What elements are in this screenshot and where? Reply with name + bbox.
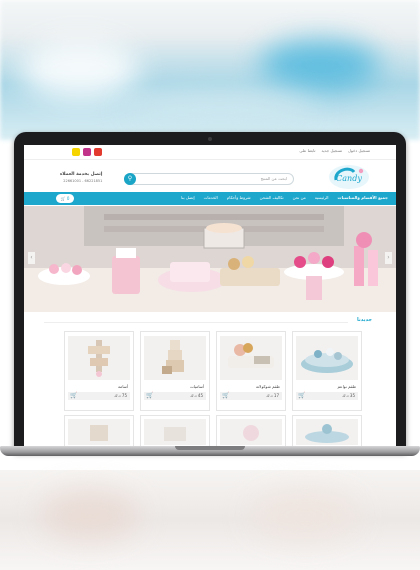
product-image [296, 419, 358, 445]
product-name: أساميات [189, 384, 204, 389]
contact-title: إتصل بخدمة العملاء [60, 172, 103, 177]
customer-service: إتصل بخدمة العملاء 22661001 - 66221851 [60, 172, 102, 183]
cart-icon: 🛒 [60, 196, 66, 201]
hero-banner: ‹ › [24, 206, 396, 312]
camera-dot [208, 137, 212, 141]
product-name: أسامة [118, 384, 128, 389]
nav-item-terms[interactable]: شروط وأحكام [227, 195, 251, 200]
product-price-bar: 45 د.ك 🛒 [144, 392, 206, 400]
nav-item-contact[interactable]: إتصل بنا [181, 195, 195, 200]
banner-next-icon[interactable]: › [385, 252, 392, 264]
product-price-bar: 75 د.ك 🛒 [68, 392, 130, 400]
product-price: 45 د.ك [190, 393, 203, 398]
account-links: تسجيل دخول تسجيل جديد تابعنا على [299, 148, 370, 153]
top-bar: تسجيل دخول تسجيل جديد تابعنا على [24, 145, 396, 160]
banner-photo [24, 206, 396, 312]
product-card[interactable] [140, 415, 210, 446]
login-link[interactable]: تسجيل دخول [348, 148, 370, 153]
product-card[interactable] [64, 415, 134, 446]
section-divider [44, 322, 348, 323]
section-title: جديدنا [356, 317, 372, 323]
product-name: طقم شوكولاتة [255, 384, 280, 389]
cart-icon[interactable]: 🛒 [298, 392, 305, 399]
product-name: طقم نواعم [337, 384, 356, 389]
product-card[interactable]: أسامة 75 د.ك 🛒 [64, 331, 134, 411]
youtube-icon[interactable] [94, 148, 102, 156]
logo-text: Candy [336, 174, 362, 183]
product-card[interactable] [292, 415, 362, 446]
product-card[interactable]: طقم شوكولاتة 17 د.ك 🛒 [216, 331, 286, 411]
website-screen: تسجيل دخول تسجيل جديد تابعنا على Candy ا… [24, 145, 396, 446]
product-price: 17 د.ك [266, 393, 279, 398]
instagram-icon[interactable] [83, 148, 91, 156]
main-nav: جميع الأقسام والمناسبات الرئيسية من نحن … [24, 192, 396, 205]
search-box[interactable]: ابحث عن المنتج ⚲ [124, 173, 294, 185]
contact-phones: 22661001 - 66221851 [63, 179, 103, 183]
product-image [68, 419, 130, 445]
product-card[interactable]: طقم نواعم 35 د.ك 🛒 [292, 331, 362, 411]
nav-item-home[interactable]: الرئيسية [315, 195, 329, 200]
product-card[interactable] [216, 415, 286, 446]
register-link[interactable]: تسجيل جديد [321, 148, 342, 153]
site-logo[interactable]: Candy [328, 164, 370, 190]
product-price: 75 د.ك [114, 393, 127, 398]
social-icons [72, 148, 102, 156]
new-arrivals-header: جديدنا [24, 315, 396, 327]
product-image [296, 336, 358, 380]
site-header: Candy ابحث عن المنتج ⚲ إتصل بخدمة العملا… [24, 160, 396, 192]
nav-item-shipping[interactable]: تكاليف الشحن [260, 195, 284, 200]
cart-icon[interactable]: 🛒 [146, 392, 153, 399]
cart-count: 0 [66, 196, 70, 201]
snapchat-icon[interactable] [72, 148, 80, 156]
product-image [220, 336, 282, 380]
product-image [144, 419, 206, 445]
nav-item-about[interactable]: من نحن [293, 195, 306, 200]
laptop-notch [175, 446, 245, 450]
product-image [220, 419, 282, 445]
search-icon[interactable]: ⚲ [124, 173, 136, 185]
search-placeholder: ابحث عن المنتج [260, 176, 287, 181]
nav-item-services[interactable]: الخدمات [204, 195, 218, 200]
follow-us-link[interactable]: تابعنا على [299, 148, 315, 153]
cart-button[interactable]: 🛒 0 [56, 194, 74, 203]
product-card[interactable]: أساميات 45 د.ك 🛒 [140, 331, 210, 411]
product-price: 35 د.ك [342, 393, 355, 398]
cart-icon[interactable]: 🛒 [70, 392, 77, 399]
nav-item-all-categories[interactable]: جميع الأقسام والمناسبات [338, 195, 388, 200]
product-image [144, 336, 206, 380]
product-price-bar: 17 د.ك 🛒 [220, 392, 282, 400]
product-image [68, 336, 130, 380]
cart-icon[interactable]: 🛒 [222, 392, 229, 399]
product-price-bar: 35 د.ك 🛒 [296, 392, 358, 400]
banner-prev-icon[interactable]: ‹ [28, 252, 35, 264]
